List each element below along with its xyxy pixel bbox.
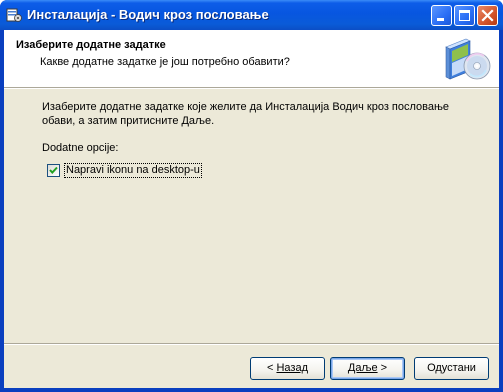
cancel-button[interactable]: Одустани	[414, 357, 489, 380]
installer-window: Инсталација - Водич кроз пословање Изабе…	[0, 0, 503, 392]
minimize-icon	[437, 18, 444, 21]
maximize-icon	[459, 10, 470, 21]
maximize-button[interactable]	[454, 5, 475, 26]
footer-divider	[4, 343, 499, 345]
header-divider	[4, 87, 499, 89]
desktop-icon-option-label[interactable]: Napravi ikonu na desktop-u	[64, 163, 202, 178]
checkmark-icon	[49, 166, 58, 174]
close-button[interactable]	[477, 5, 498, 26]
next-button[interactable]: Даље >	[330, 357, 405, 380]
desktop-icon-checkbox[interactable]	[47, 164, 60, 177]
wizard-header: Изаберите додатне задатке Какве додатне …	[4, 30, 499, 87]
instructions-text: Изаберите додатне задатке које желите да…	[42, 101, 450, 127]
back-button[interactable]: < Назад	[250, 357, 325, 380]
installer-icon[interactable]	[6, 7, 22, 23]
next-arrow-text: >	[377, 362, 388, 374]
minimize-button[interactable]	[431, 5, 452, 26]
close-icon	[481, 9, 494, 22]
window-client-area: Изаберите додатне задатке Какве додатне …	[4, 30, 499, 388]
back-button-label: Назад	[276, 362, 308, 374]
window-title: Инсталација - Водич кроз пословање	[27, 7, 269, 22]
next-button-label: Даље	[347, 362, 378, 374]
software-box-cd-icon	[445, 38, 491, 80]
title-bar[interactable]: Инсталација - Водич кроз пословање	[0, 0, 503, 30]
page-title: Изаберите додатне задатке	[16, 39, 166, 51]
additional-options-label: Dodatne opcije:	[42, 142, 119, 154]
page-subtitle: Какве додатне задатке је још потребно об…	[40, 56, 290, 68]
